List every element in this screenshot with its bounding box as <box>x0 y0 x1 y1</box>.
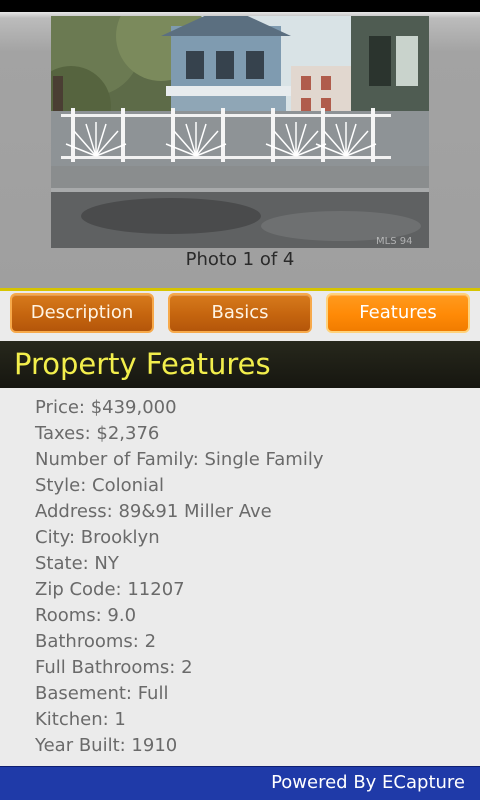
photo-watermark: MLS 94 <box>376 236 412 247</box>
feature-year-built: Year Built: 1910 <box>35 735 178 756</box>
feature-family: Number of Family: Single Family <box>35 449 324 470</box>
photo-gallery[interactable]: MLS 94 Photo 1 of 4 <box>0 12 480 288</box>
features-list[interactable]: Price: $439,000 Taxes: $2,376 Number of … <box>0 388 480 766</box>
property-photo[interactable]: MLS 94 <box>51 16 429 248</box>
status-bar <box>0 0 480 12</box>
powered-by-label[interactable]: Powered By ECapture <box>271 772 465 793</box>
tab-description[interactable]: Description <box>10 293 154 333</box>
feature-bathrooms: Bathrooms: 2 <box>35 631 157 652</box>
app-screen: MLS 94 Photo 1 of 4 Description Basics F… <box>0 0 480 800</box>
feature-address: Address: 89&91 Miller Ave <box>35 501 272 522</box>
feature-rooms: Rooms: 9.0 <box>35 605 137 626</box>
feature-basement: Basement: Full <box>35 683 169 704</box>
tab-features[interactable]: Features <box>326 293 470 333</box>
section-header: Property Features <box>0 341 480 388</box>
feature-taxes: Taxes: $2,376 <box>35 423 160 444</box>
feature-full-bathrooms: Full Bathrooms: 2 <box>35 657 193 678</box>
footer-bar: Powered By ECapture <box>0 766 480 800</box>
tab-basics[interactable]: Basics <box>168 293 312 333</box>
section-title: Property Features <box>14 347 271 381</box>
photo-caption: Photo 1 of 4 <box>185 249 295 270</box>
tab-bar: Description Basics Features <box>0 291 480 341</box>
feature-state: State: NY <box>35 553 119 574</box>
feature-city: City: Brooklyn <box>35 527 160 548</box>
feature-zip: Zip Code: 11207 <box>35 579 185 600</box>
house-photo-illustration: MLS 94 <box>51 16 429 248</box>
feature-kitchen: Kitchen: 1 <box>35 709 126 730</box>
feature-style: Style: Colonial <box>35 475 165 496</box>
feature-price: Price: $439,000 <box>35 397 177 418</box>
